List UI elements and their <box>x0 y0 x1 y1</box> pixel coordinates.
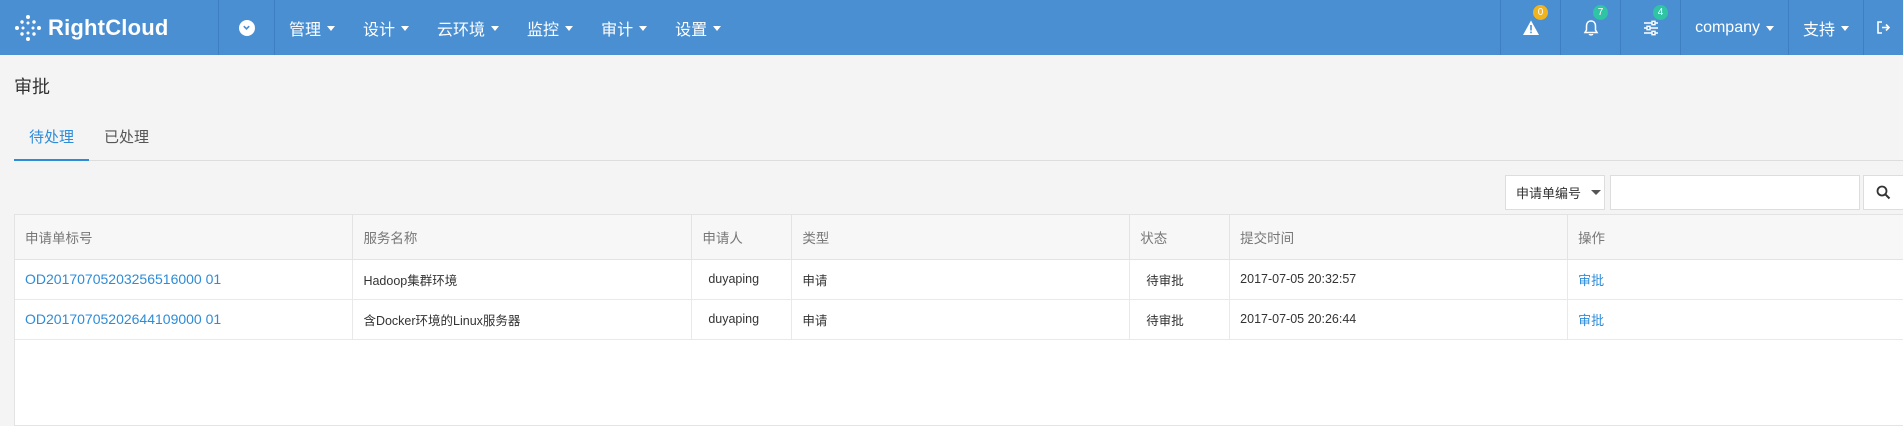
logout-icon <box>1877 21 1891 34</box>
tab-pending[interactable]: 待处理 <box>14 115 90 161</box>
type-cell: 申请 <box>791 259 1131 300</box>
approve-action-link[interactable]: 审批 <box>1567 299 1903 340</box>
submit-time-cell: 2017-07-05 20:26:44 <box>1229 299 1569 340</box>
table-row: OD20170705202644109000 01 含Docker环境的Linu… <box>15 299 1903 340</box>
logout-button[interactable] <box>1863 0 1903 55</box>
submit-time-cell: 2017-07-05 20:32:57 <box>1229 259 1569 300</box>
nav-item-cloud-env[interactable]: 云环境 <box>423 0 513 55</box>
nav-item-audit[interactable]: 审计 <box>587 0 661 55</box>
table-header-row: 申请单标号 服务名称 申请人 类型 状态 提交时间 操作 <box>15 215 1903 260</box>
support-label: 支持 <box>1802 21 1835 39</box>
caret-down-icon <box>639 26 648 31</box>
col-header-applicant[interactable]: 申请人 <box>691 215 793 260</box>
page-title: 审批 <box>14 77 50 97</box>
col-header-action: 操作 <box>1567 215 1903 260</box>
approval-tabs: 待处理 已处理 <box>14 115 1903 161</box>
search-input[interactable] <box>1610 175 1860 210</box>
caret-down-icon <box>327 26 336 31</box>
alerts-button[interactable]: 0 <box>1500 0 1560 55</box>
request-id-link[interactable]: OD20170705203256516000 01 <box>15 259 354 300</box>
alerts-count-badge: 0 <box>1533 5 1549 20</box>
support-dropdown[interactable]: 支持 <box>1787 0 1863 55</box>
rightcloud-logo-icon <box>15 14 41 41</box>
applicant-cell: duyaping <box>691 299 793 340</box>
nav-item-design[interactable]: 设计 <box>349 0 423 55</box>
col-header-submit-time[interactable]: 提交时间 <box>1229 215 1569 260</box>
col-header-type[interactable]: 类型 <box>791 215 1131 260</box>
caret-down-icon <box>401 26 410 31</box>
type-cell: 申请 <box>791 299 1131 340</box>
table-row: OD20170705203256516000 01 Hadoop集群环境 duy… <box>15 259 1903 300</box>
approve-action-link[interactable]: 审批 <box>1567 259 1903 300</box>
main-menu: 管理 设计 云环境 监控 审计 设置 <box>275 0 735 55</box>
tasks-button[interactable]: 4 <box>1620 0 1680 55</box>
caret-down-icon <box>1591 190 1602 195</box>
status-cell: 待审批 <box>1129 259 1231 300</box>
approval-table: 申请单标号 服务名称 申请人 类型 状态 提交时间 操作 OD201707052… <box>15 215 1903 340</box>
applicant-cell: duyaping <box>691 259 793 300</box>
approval-table-container: 申请单标号 服务名称 申请人 类型 状态 提交时间 操作 OD201707052… <box>14 214 1903 426</box>
notifications-count-badge: 7 <box>1593 5 1609 20</box>
caret-down-icon <box>1841 26 1849 31</box>
nav-item-manage[interactable]: 管理 <box>275 0 349 55</box>
tasks-count-badge: 4 <box>1653 5 1669 20</box>
sliders-icon <box>1643 20 1658 35</box>
nav-item-settings[interactable]: 设置 <box>661 0 735 55</box>
search-field-label: 申请单编号 <box>1516 186 1582 201</box>
brand-name: RightCloud <box>48 14 169 40</box>
search-icon <box>1876 185 1891 200</box>
caret-down-icon <box>713 26 722 31</box>
search-field-select[interactable]: 申请单编号 <box>1505 175 1605 210</box>
warning-icon <box>1522 20 1539 35</box>
notifications-button[interactable]: 7 <box>1560 0 1620 55</box>
chevron-down-icon <box>238 19 255 36</box>
col-header-status[interactable]: 状态 <box>1129 215 1231 260</box>
caret-down-icon <box>1765 26 1774 31</box>
caret-down-icon <box>565 26 574 31</box>
request-id-link[interactable]: OD20170705202644109000 01 <box>15 299 354 340</box>
company-label: company <box>1695 18 1760 36</box>
nav-collapse-toggle[interactable] <box>219 0 275 55</box>
search-button[interactable] <box>1863 175 1903 210</box>
brand-logo-link[interactable]: RightCloud <box>0 0 219 55</box>
status-cell: 待审批 <box>1129 299 1231 340</box>
service-name-cell: Hadoop集群环境 <box>352 259 693 300</box>
caret-down-icon <box>491 26 500 31</box>
col-header-request-id[interactable]: 申请单标号 <box>15 215 354 260</box>
service-name-cell: 含Docker环境的Linux服务器 <box>352 299 693 340</box>
top-navbar: RightCloud 管理 设计 云环境 监控 审计 设置 0 7 4 comp… <box>0 0 1903 55</box>
col-header-service-name[interactable]: 服务名称 <box>352 215 693 260</box>
bell-icon <box>1583 19 1598 36</box>
top-right-actions: 0 7 4 company 支持 <box>1500 0 1903 55</box>
company-dropdown[interactable]: company <box>1680 0 1788 55</box>
tab-processed[interactable]: 已处理 <box>89 115 164 161</box>
nav-item-monitor[interactable]: 监控 <box>513 0 587 55</box>
